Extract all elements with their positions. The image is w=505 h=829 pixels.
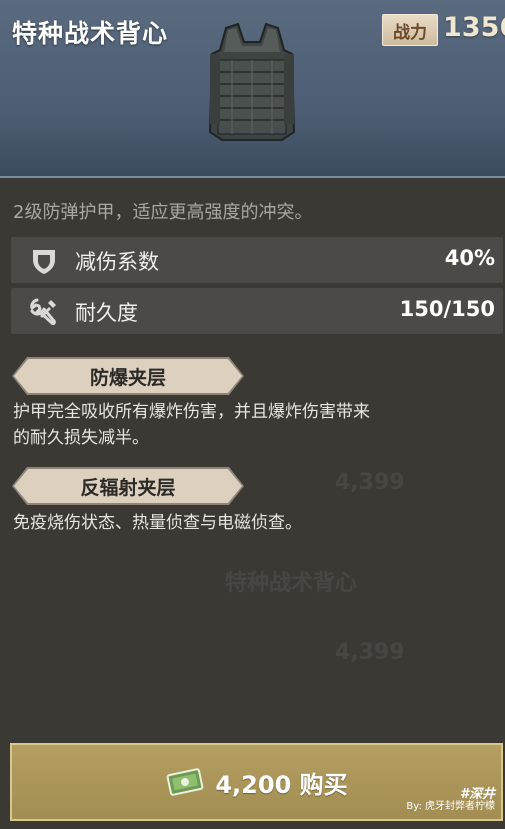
item-title: 特种战术背心	[12, 19, 169, 48]
wrench-icon	[30, 298, 56, 326]
stat-row-damage-reduction: 减伤系数 40%	[11, 237, 503, 283]
perk-description: 免疫烧伤状态、热量侦查与电磁侦查。	[13, 510, 497, 536]
watermark-credit: By: 虎牙封弊者柠檬	[406, 801, 495, 812]
cash-icon	[167, 768, 204, 796]
item-header: 特种战术背心 战力 1356	[0, 0, 505, 178]
watermark-logo: #深井	[459, 787, 495, 802]
perk-description: 护甲完全吸收所有爆炸伤害，并且爆炸伤害带来 的耐久损失减半。	[13, 399, 497, 451]
perk-text-line: 护甲完全吸收所有爆炸伤害，并且爆炸伤害带来	[13, 402, 370, 422]
buy-label: 4,200 购买	[215, 770, 348, 799]
perk-tag-blast-layer: 防爆夹层	[14, 359, 242, 393]
power-value: 1356	[443, 12, 505, 43]
stat-label: 耐久度	[75, 301, 138, 325]
stat-value: 150/150	[399, 297, 495, 321]
buy-button[interactable]: 4,200 购买 #深井 By: 虎牙封弊者柠檬	[10, 743, 503, 821]
watermark: #深井 By: 虎牙封弊者柠檬	[406, 787, 495, 813]
perk-text-line: 的耐久损失减半。	[13, 428, 149, 448]
stat-row-durability: 耐久度 150/150	[11, 288, 503, 334]
stat-label: 减伤系数	[75, 250, 159, 274]
shield-icon	[33, 250, 55, 274]
power-badge: 战力	[382, 14, 438, 46]
perk-tag-anti-radiation-layer: 反辐射夹层	[14, 469, 242, 503]
tactical-vest-image	[208, 22, 296, 141]
item-description: 2级防弹护甲，适应更高强度的冲突。	[13, 202, 313, 223]
stat-value: 40%	[444, 246, 495, 270]
perk-text-line: 免疫烧伤状态、热量侦查与电磁侦查。	[13, 513, 302, 533]
